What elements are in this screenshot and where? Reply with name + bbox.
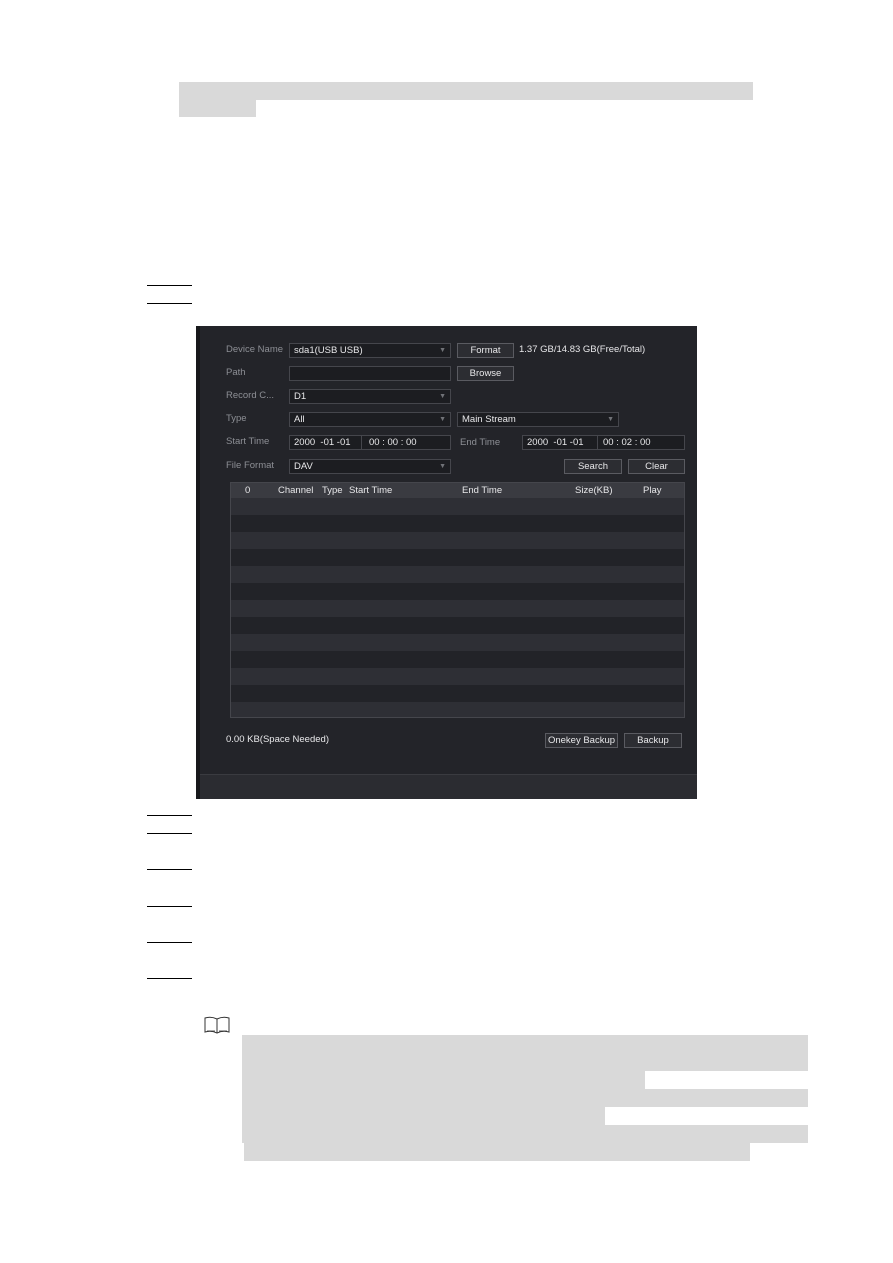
table-row[interactable] bbox=[231, 617, 684, 634]
table-row[interactable] bbox=[231, 634, 684, 651]
step-marker bbox=[147, 869, 192, 870]
stream-value: Main Stream bbox=[462, 414, 516, 425]
step-marker bbox=[147, 978, 192, 979]
table-row[interactable] bbox=[231, 583, 684, 600]
redacted-note-line bbox=[242, 1071, 645, 1089]
col-header-start-time: Start Time bbox=[349, 485, 393, 496]
device-name-label: Device Name bbox=[226, 344, 284, 355]
dropdown-arrow-icon: ▼ bbox=[439, 463, 446, 470]
clear-button[interactable]: Clear bbox=[628, 459, 685, 474]
end-date-value[interactable]: 2000 -01 -01 bbox=[527, 436, 584, 450]
redacted-text-line bbox=[179, 82, 753, 100]
step-marker bbox=[147, 833, 192, 834]
step-marker bbox=[147, 285, 192, 286]
backup-panel: Device Name sda1(USB USB) ▼ Format 1.37 … bbox=[196, 326, 697, 799]
dropdown-arrow-icon: ▼ bbox=[607, 416, 614, 423]
step-marker bbox=[147, 815, 192, 816]
step-marker bbox=[147, 942, 192, 943]
type-value: All bbox=[294, 414, 305, 425]
step-marker bbox=[147, 906, 192, 907]
type-label: Type bbox=[226, 413, 247, 424]
table-row[interactable] bbox=[231, 498, 684, 515]
dropdown-arrow-icon: ▼ bbox=[439, 347, 446, 354]
file-format-value: DAV bbox=[294, 461, 313, 472]
table-row[interactable] bbox=[231, 702, 684, 717]
redacted-note-line bbox=[242, 1107, 605, 1125]
record-channel-value: D1 bbox=[294, 391, 307, 402]
table-row[interactable] bbox=[231, 600, 684, 617]
start-time-value[interactable]: 00 : 00 : 00 bbox=[369, 436, 417, 450]
table-row[interactable] bbox=[231, 532, 684, 549]
start-date-value[interactable]: 2000 -01 -01 bbox=[294, 436, 351, 450]
end-time-label: End Time bbox=[460, 437, 501, 448]
redacted-note-line bbox=[242, 1089, 808, 1107]
table-row[interactable] bbox=[231, 566, 684, 583]
backup-button[interactable]: Backup bbox=[624, 733, 682, 748]
table-row[interactable] bbox=[231, 549, 684, 566]
start-time-input[interactable]: 2000 -01 -01 00 : 00 : 00 bbox=[289, 435, 451, 450]
col-header-play: Play bbox=[643, 485, 662, 496]
col-header-end-time: End Time bbox=[462, 485, 503, 496]
col-header-type: Type bbox=[322, 485, 343, 496]
table-row[interactable] bbox=[231, 651, 684, 668]
space-needed-text: 0.00 KB(Space Needed) bbox=[226, 734, 329, 745]
redacted-text-line bbox=[179, 100, 256, 117]
file-format-label: File Format bbox=[226, 460, 275, 471]
col-header-size: Size(KB) bbox=[575, 485, 613, 496]
redacted-note-line bbox=[242, 1035, 808, 1071]
end-time-value[interactable]: 00 : 02 : 00 bbox=[603, 436, 651, 450]
step-marker bbox=[147, 303, 192, 304]
results-table: 0 Channel Type Start Time End Time Size(… bbox=[230, 482, 685, 718]
start-time-label: Start Time bbox=[226, 436, 270, 447]
table-row[interactable] bbox=[231, 685, 684, 702]
panel-footer-bar bbox=[200, 774, 697, 799]
browse-button[interactable]: Browse bbox=[457, 366, 514, 381]
dropdown-arrow-icon: ▼ bbox=[439, 393, 446, 400]
onekey-backup-button[interactable]: Onekey Backup bbox=[545, 733, 618, 748]
device-name-select[interactable]: sda1(USB USB) ▼ bbox=[289, 343, 451, 358]
format-button[interactable]: Format bbox=[457, 343, 514, 358]
table-header: 0 Channel Type Start Time End Time Size(… bbox=[231, 483, 684, 498]
path-input[interactable] bbox=[289, 366, 451, 381]
table-row[interactable] bbox=[231, 668, 684, 685]
table-row[interactable] bbox=[231, 515, 684, 532]
device-name-value: sda1(USB USB) bbox=[294, 345, 363, 356]
type-select[interactable]: All ▼ bbox=[289, 412, 451, 427]
record-channel-select[interactable]: D1 ▼ bbox=[289, 389, 451, 404]
stream-select[interactable]: Main Stream ▼ bbox=[457, 412, 619, 427]
end-time-input[interactable]: 2000 -01 -01 00 : 02 : 00 bbox=[522, 435, 685, 450]
record-channel-label: Record C... bbox=[226, 390, 275, 401]
search-button[interactable]: Search bbox=[564, 459, 622, 474]
col-header-channel: Channel bbox=[278, 485, 314, 496]
dropdown-arrow-icon: ▼ bbox=[439, 416, 446, 423]
file-format-select[interactable]: DAV ▼ bbox=[289, 459, 451, 474]
redacted-note-line bbox=[242, 1125, 808, 1143]
storage-info: 1.37 GB/14.83 GB(Free/Total) bbox=[519, 344, 646, 355]
book-icon bbox=[204, 1016, 230, 1034]
redacted-note-line bbox=[244, 1143, 750, 1161]
path-label: Path bbox=[226, 367, 246, 378]
col-header-index[interactable]: 0 bbox=[245, 483, 250, 498]
